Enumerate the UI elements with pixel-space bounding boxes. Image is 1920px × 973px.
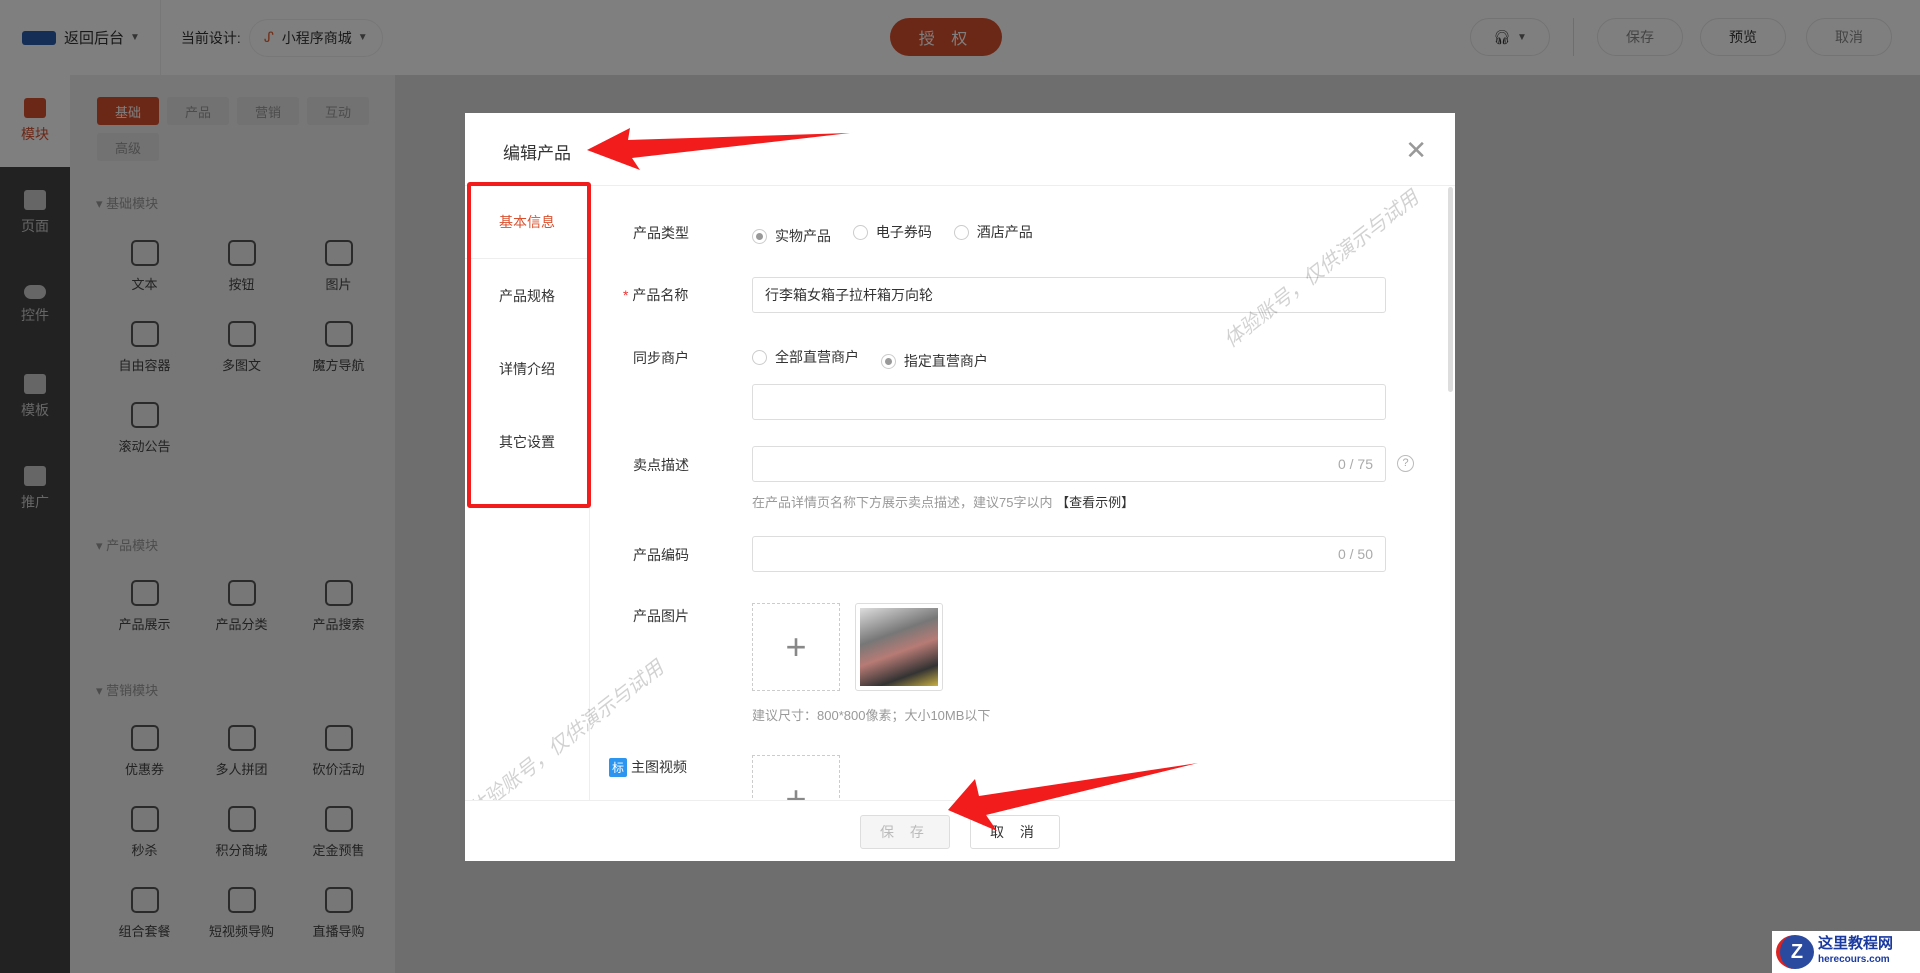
video-label: 标主图视频 <box>609 757 687 777</box>
name-label: * 产品名称 <box>623 287 689 303</box>
type-label: 产品类型 <box>633 225 689 241</box>
dialog-footer: 保 存 取 消 <box>465 800 1455 861</box>
sync-label: 同步商户 <box>633 350 689 366</box>
radio-ecoupon[interactable]: 电子券码 <box>852 222 932 242</box>
watermark: 体验账号，仅供演示与试用 <box>1220 186 1423 353</box>
view-example-link[interactable]: 【查看示例】 <box>1056 495 1134 510</box>
highlight-box <box>467 182 591 508</box>
scrollbar[interactable] <box>1448 187 1453 392</box>
radio-hotel[interactable]: 酒店产品 <box>953 222 1033 242</box>
product-code-input[interactable]: 0 / 50 <box>752 536 1386 572</box>
close-icon[interactable]: ✕ <box>1405 135 1427 166</box>
product-image-thumbnail[interactable] <box>855 603 943 691</box>
radio-all-merchants[interactable]: 全部直营商户 <box>752 347 859 367</box>
edit-product-dialog: 编辑产品 ✕ 基本信息 产品规格 详情介绍 其它设置 产品类型 实物产品 电子券… <box>465 113 1455 861</box>
code-label: 产品编码 <box>633 547 689 563</box>
image-hint: 建议尺寸：800*800像素；大小10MB以下 <box>752 708 991 723</box>
radio-selected-merchants[interactable]: 指定直营商户 <box>880 351 988 371</box>
selling-label: 卖点描述 <box>633 457 689 473</box>
selling-hint: 在产品详情页名称下方展示卖点描述，建议75字以内 【查看示例】 <box>752 495 1135 510</box>
brand-logo: Z <box>1776 935 1814 969</box>
image-label: 产品图片 <box>633 608 689 624</box>
merchant-select-input[interactable] <box>752 384 1386 420</box>
dialog-save-button[interactable]: 保 存 <box>860 815 950 849</box>
dialog-title: 编辑产品 <box>503 144 571 163</box>
upload-image-button[interactable]: + <box>752 603 840 691</box>
help-icon[interactable]: ? <box>1397 455 1414 472</box>
brand-url: herecours.com <box>1818 954 1890 965</box>
selling-point-input[interactable]: 0 / 75 <box>752 446 1386 482</box>
brand-name: 这里教程网 <box>1818 935 1894 952</box>
radio-physical[interactable]: 实物产品 <box>752 226 831 246</box>
dialog-cancel-button[interactable]: 取 消 <box>970 815 1060 849</box>
site-brand: Z 这里教程网 herecours.com <box>1772 931 1920 973</box>
